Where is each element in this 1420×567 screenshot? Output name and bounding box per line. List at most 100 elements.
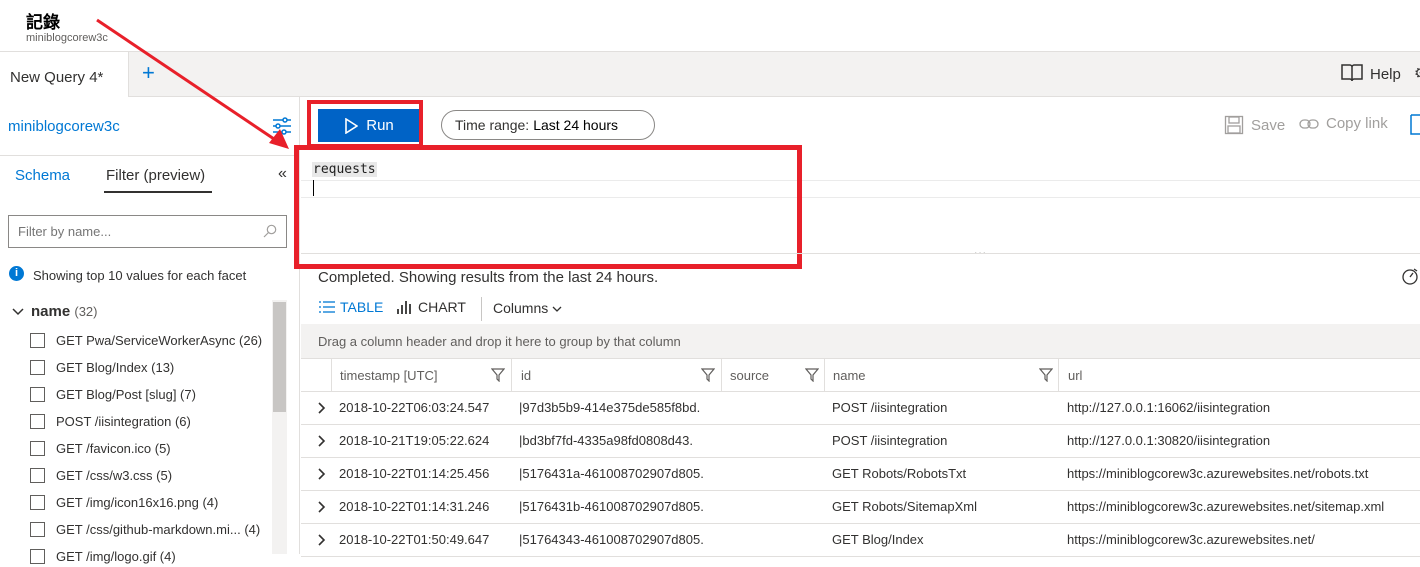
link-icon xyxy=(1299,118,1319,129)
checkbox[interactable] xyxy=(30,494,45,510)
book-icon[interactable] xyxy=(1340,63,1364,88)
editor-highlight-annotation xyxy=(294,145,802,269)
facet-item[interactable]: GET /favicon.ico (5) xyxy=(30,437,171,459)
cell-url: https://miniblogcorew3c.azurewebsites.ne… xyxy=(1067,499,1385,514)
cell-id: |bd3bf7fd-4335a98fd0808d43. xyxy=(519,433,693,448)
time-range-picker[interactable]: Time range: Last 24 hours xyxy=(441,110,655,140)
columns-label: Columns xyxy=(493,300,549,316)
checkbox[interactable] xyxy=(30,521,45,537)
cell-timestamp: 2018-10-22T01:14:31.246 xyxy=(339,499,490,514)
facet-scrollbar-thumb[interactable] xyxy=(273,302,286,412)
help-button[interactable]: Help xyxy=(1370,66,1401,83)
facet-item[interactable]: GET /css/w3.css (5) xyxy=(30,464,172,486)
view-table-button[interactable]: TABLE xyxy=(318,299,383,315)
table-row[interactable]: 2018-10-21T19:05:22.624 |bd3bf7fd-4335a9… xyxy=(301,424,1420,458)
column-separator xyxy=(1058,359,1059,391)
collapse-panel-icon[interactable]: « xyxy=(278,165,287,183)
facet-item[interactable]: GET Blog/Index (13) xyxy=(30,356,174,378)
facet-item-label: GET Pwa/ServiceWorkerAsync (26) xyxy=(56,332,263,348)
facet-name: name xyxy=(31,303,71,320)
view-chart-label: CHART xyxy=(418,299,466,315)
chevron-right-icon[interactable] xyxy=(318,434,326,452)
cell-url: http://127.0.0.1:30820/iisintegration xyxy=(1067,433,1271,448)
column-header-name[interactable]: name xyxy=(825,359,1058,391)
facet-item-label: GET /img/logo.gif (4) xyxy=(56,548,176,564)
filter-funnel-icon[interactable] xyxy=(1038,368,1054,387)
time-range-label: Time range: xyxy=(455,117,530,133)
table-row[interactable]: 2018-10-22T06:03:24.547 |97d3b5b9-414e37… xyxy=(301,391,1420,425)
bar-chart-icon xyxy=(397,301,411,314)
facet-item[interactable]: GET Blog/Post [slug] (7) xyxy=(30,383,196,405)
chevron-right-icon[interactable] xyxy=(318,533,326,551)
stopwatch-icon[interactable] xyxy=(1401,267,1419,290)
save-icon xyxy=(1224,115,1244,135)
facet-item-label: GET Blog/Post [slug] (7) xyxy=(56,386,196,402)
cell-timestamp: 2018-10-22T01:50:49.647 xyxy=(339,532,490,547)
tab-filter[interactable]: Filter (preview) xyxy=(106,167,205,184)
settings-gear-icon[interactable]: ⚙ xyxy=(1414,64,1420,82)
cell-id: |51764343-461008702907d805. xyxy=(519,532,704,547)
checkbox[interactable] xyxy=(30,386,45,402)
query-tab-bar xyxy=(0,52,1420,97)
filter-settings-icon[interactable] xyxy=(272,116,292,141)
checkbox[interactable] xyxy=(30,359,45,375)
checkbox[interactable] xyxy=(30,467,45,483)
view-table-label: TABLE xyxy=(340,299,384,315)
new-document-icon[interactable] xyxy=(1410,113,1420,140)
chevron-down-icon[interactable] xyxy=(12,305,24,323)
facet-item[interactable]: GET /img/icon16x16.png (4) xyxy=(30,491,218,513)
cell-name: GET Robots/RobotsTxt xyxy=(832,466,967,481)
column-header-id[interactable]: id xyxy=(513,359,720,391)
filter-by-name-input[interactable] xyxy=(8,215,287,248)
view-chart-button[interactable]: CHART xyxy=(396,299,466,315)
save-button[interactable]: Save xyxy=(1224,115,1285,135)
checkbox[interactable] xyxy=(30,413,45,429)
facet-item[interactable]: GET /img/logo.gif (4) xyxy=(30,545,176,567)
cell-name: GET Blog/Index xyxy=(832,532,924,547)
facet-item[interactable]: POST /iisintegration (6) xyxy=(30,410,191,432)
cell-timestamp: 2018-10-22T01:14:25.456 xyxy=(339,466,490,481)
facet-item-label: POST /iisintegration (6) xyxy=(56,413,191,429)
workspace-link[interactable]: miniblogcorew3c xyxy=(8,118,120,135)
columns-dropdown[interactable]: Columns xyxy=(493,300,562,316)
copy-link-button[interactable]: Copy link xyxy=(1299,115,1388,132)
results-status: Completed. Showing results from the last… xyxy=(318,269,659,286)
group-by-hint: Drag a column header and drop it here to… xyxy=(318,334,681,349)
cell-url: https://miniblogcorew3c.azurewebsites.ne… xyxy=(1067,466,1369,481)
facet-count: (32) xyxy=(74,304,98,319)
new-tab-button[interactable]: + xyxy=(142,60,155,86)
facet-item-label: GET /css/github-markdown.mi... (4) xyxy=(56,521,261,537)
filter-funnel-icon[interactable] xyxy=(490,368,506,387)
run-highlight-annotation xyxy=(307,100,423,148)
facet-item[interactable]: GET Pwa/ServiceWorkerAsync (26) xyxy=(30,329,262,351)
table-row[interactable]: 2018-10-22T01:50:49.647 |51764343-461008… xyxy=(301,523,1420,557)
editor-resize-handle[interactable]: ... xyxy=(974,243,987,257)
table-row[interactable]: 2018-10-22T01:14:25.456 |5176431a-461008… xyxy=(301,457,1420,491)
cell-url: https://miniblogcorew3c.azurewebsites.ne… xyxy=(1067,532,1315,547)
query-tab[interactable]: New Query 4* xyxy=(0,52,129,97)
facet-item-label: GET /css/w3.css (5) xyxy=(56,467,173,483)
facet-item[interactable]: GET /css/github-markdown.mi... (4) xyxy=(30,518,260,540)
time-range-value: Last 24 hours xyxy=(533,117,619,133)
info-icon: i xyxy=(9,266,24,281)
filter-funnel-icon[interactable] xyxy=(700,368,716,387)
checkbox[interactable] xyxy=(30,332,45,348)
page-title: 記錄 xyxy=(26,13,60,33)
table-row[interactable]: 2018-10-22T01:14:31.246 |5176431b-461008… xyxy=(301,490,1420,524)
column-header-url[interactable]: url xyxy=(1060,359,1420,391)
checkbox[interactable] xyxy=(30,548,45,564)
chevron-right-icon[interactable] xyxy=(318,500,326,518)
toolbar-divider xyxy=(481,297,482,321)
filter-funnel-icon[interactable] xyxy=(804,368,820,387)
checkbox[interactable] xyxy=(30,440,45,456)
page-header xyxy=(0,0,1420,52)
facet-header[interactable]: name (32) xyxy=(31,303,97,320)
tab-schema[interactable]: Schema xyxy=(15,167,70,184)
search-icon xyxy=(263,224,277,243)
chevron-right-icon[interactable] xyxy=(318,467,326,485)
chevron-down-icon xyxy=(552,306,562,312)
copy-link-label: Copy link xyxy=(1326,115,1388,132)
column-header-timestamp[interactable]: timestamp [UTC] xyxy=(332,359,512,391)
chevron-right-icon[interactable] xyxy=(318,401,326,419)
query-tab-label: New Query 4* xyxy=(10,69,104,86)
